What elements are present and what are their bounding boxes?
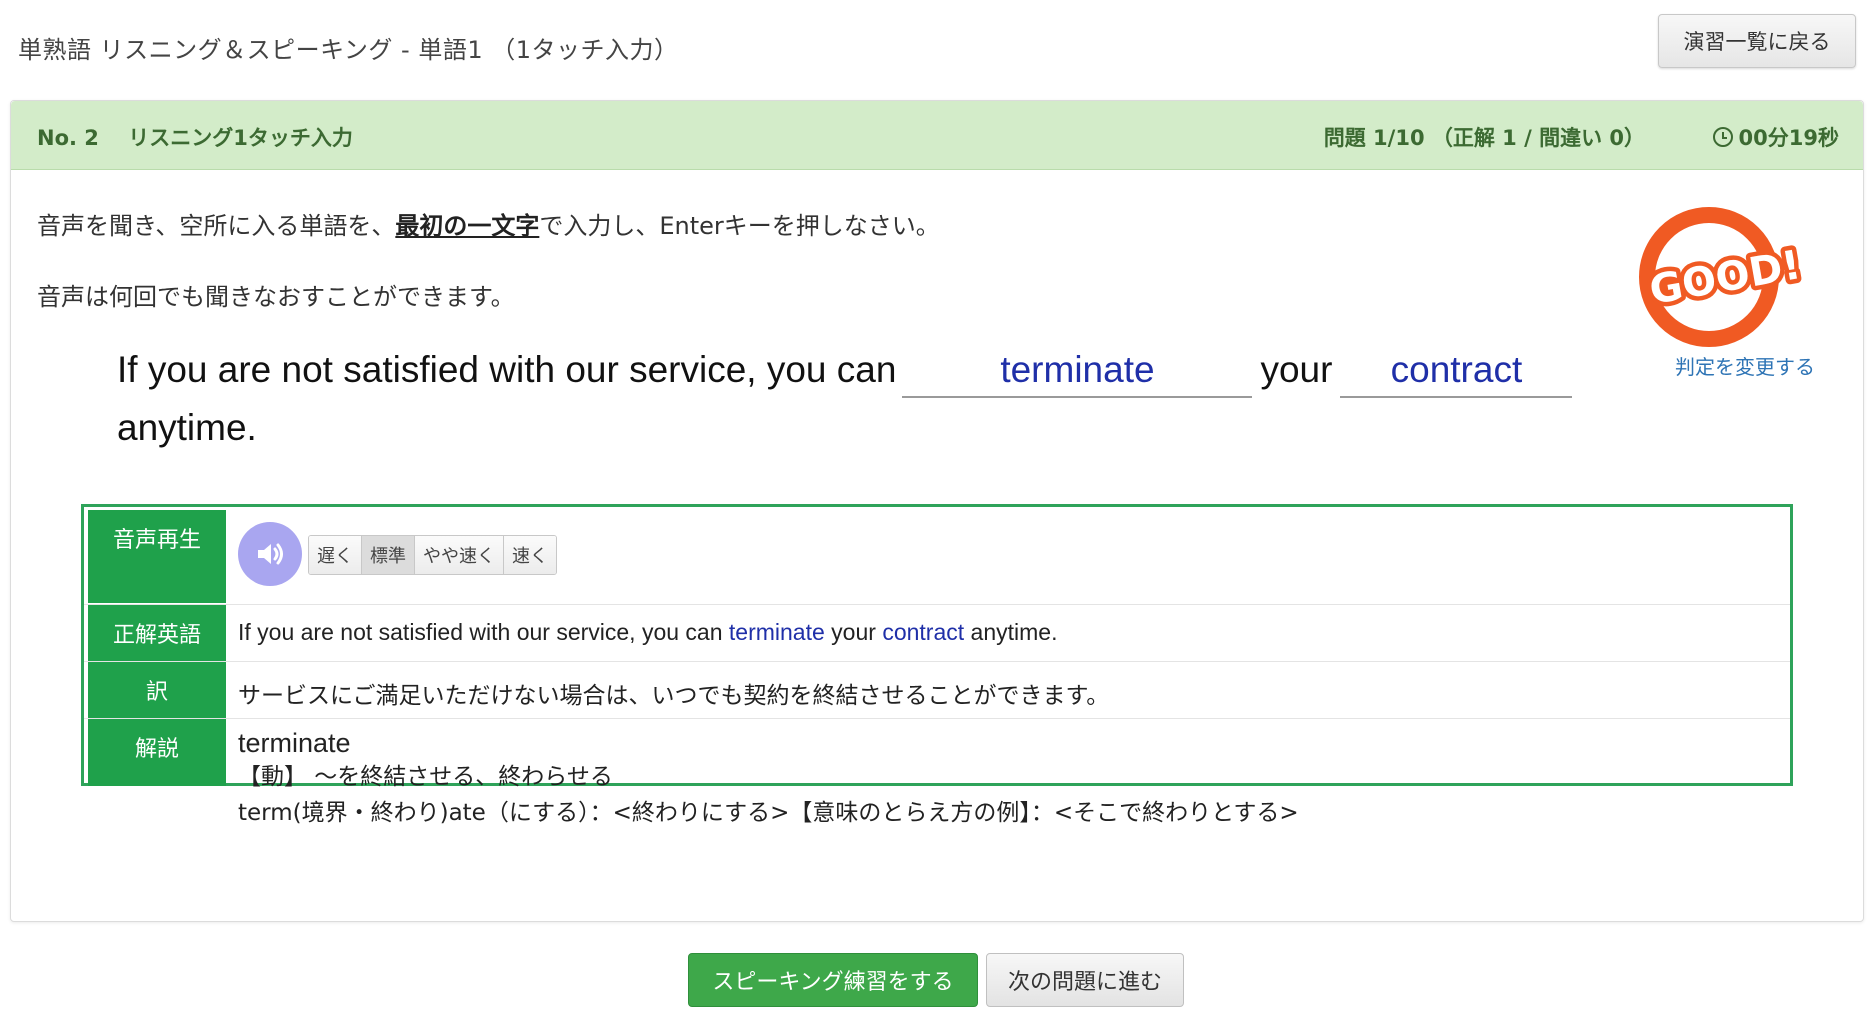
translation-row: 訳 サービスにご満足いただけない場合は、いつでも契約を終結させることができます。: [84, 661, 1790, 718]
sentence-part-1: If you are not satisfied with our servic…: [117, 349, 897, 390]
clock-icon: [1712, 127, 1733, 147]
answer-blank-1[interactable]: terminate: [902, 344, 1253, 398]
timer-value: 00分19秒: [1738, 126, 1839, 150]
speaker-icon: [258, 543, 283, 565]
answer-blank-2[interactable]: contract: [1340, 344, 1573, 398]
back-to-list-button[interactable]: 演習一覧に戻る: [1658, 14, 1856, 68]
explanation-meaning: 【動】 ～を終結させる、終わらせる: [238, 764, 613, 790]
sentence-part-2: your: [1260, 349, 1333, 390]
audio-row: 音声再生 遅く 標準 やや速く 速く: [84, 510, 1790, 603]
next-question-button[interactable]: 次の問題に進む: [986, 953, 1184, 1007]
question-title: No. 2 リスニング1タッチ入力: [37, 122, 353, 152]
explanation-etymology: term(境界・終わり)ate（にする）：<終わりにする>【意味のとらえ方の例】…: [238, 800, 1299, 826]
page-title: 単熟語 リスニング＆スピーキング - 単語1 （1タッチ入力）: [18, 36, 679, 64]
explanation-label: 解説: [88, 719, 226, 786]
answer-word-1: terminate: [728, 619, 825, 645]
sentence-part-3: anytime.: [117, 407, 257, 448]
speed-fast-button[interactable]: 速く: [504, 536, 556, 574]
correct-answer: If you are not satisfied with our servic…: [238, 605, 1784, 661]
answer-text-mid: your: [824, 619, 883, 645]
instruction-text: 音声を聞き、空所に入る単語を、: [37, 212, 396, 240]
change-judgement-link[interactable]: 判定を変更する: [1675, 351, 1815, 380]
question-number: No. 2: [37, 126, 99, 150]
progress-status: 問題 1/10 （正解 1 / 間違い 0）: [1323, 126, 1645, 150]
answer-row: 正解英語 If you are not satisfied with our s…: [84, 604, 1790, 661]
answer-text: If you are not satisfied with our servic…: [238, 619, 729, 645]
question-header: No. 2 リスニング1タッチ入力 問題 1/10 （正解 1 / 間違い 0）…: [11, 101, 1863, 170]
explanation-word: terminate: [238, 728, 351, 758]
audio-cell: 遅く 標準 やや速く 速く: [238, 510, 1784, 603]
timer: 00分19秒: [1712, 122, 1839, 152]
good-stamp-icon: GOOD! GOOD!: [1639, 207, 1809, 347]
audio-label: 音声再生: [88, 510, 226, 603]
question-panel: No. 2 リスニング1タッチ入力 問題 1/10 （正解 1 / 間違い 0）…: [10, 100, 1864, 922]
svg-text:GOOD!: GOOD!: [1646, 242, 1804, 314]
speed-selector: 遅く 標準 やや速く 速く: [308, 535, 557, 575]
explanation-cell: terminate 【動】 ～を終結させる、終わらせる term(境界・終わり)…: [238, 719, 1784, 826]
speed-slightly-fast-button[interactable]: やや速く: [415, 536, 504, 574]
play-audio-button[interactable]: [238, 522, 302, 586]
instruction-line-2: 音声は何回でも聞きなおすことができます。: [37, 283, 515, 311]
instruction-text-post: で入力し、Enterキーを押しなさい。: [539, 212, 940, 240]
answer-word-2: contract: [882, 619, 965, 645]
speed-normal-button[interactable]: 標準: [362, 536, 415, 574]
question-sentence: If you are not satisfied with our servic…: [117, 341, 1657, 457]
answer-label: 正解英語: [88, 605, 226, 661]
translation-text: サービスにご満足いただけない場合は、いつでも契約を終結させることができます。: [238, 683, 1110, 709]
instruction-line-1: 音声を聞き、空所に入る単語を、最初の一文字で入力し、Enterキーを押しなさい。: [37, 206, 940, 241]
instruction-emphasis: 最初の一文字: [395, 212, 540, 240]
question-mode: リスニング1タッチ入力: [128, 126, 353, 150]
answer-text-post: anytime.: [964, 619, 1058, 645]
speed-slow-button[interactable]: 遅く: [309, 536, 362, 574]
explanation-row: 解説 terminate 【動】 ～を終結させる、終わらせる term(境界・終…: [84, 718, 1790, 826]
translation-label: 訳: [88, 662, 226, 718]
answer-info-table: 音声再生 遅く 標準 やや速く 速く 正解英語 If you are not s…: [81, 504, 1793, 826]
speaking-practice-button[interactable]: スピーキング練習をする: [688, 953, 978, 1007]
